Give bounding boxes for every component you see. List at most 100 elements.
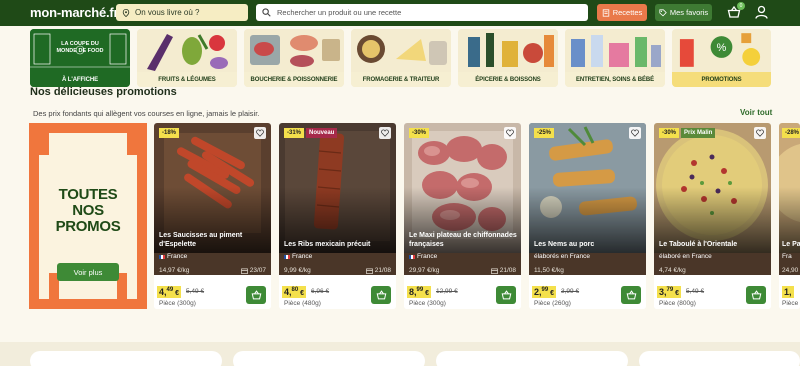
search-placeholder: Rechercher un produit ou une recette [277, 8, 402, 17]
current-price: 2,99 € [532, 286, 557, 298]
category-a-l-affiche[interactable]: LA COUPE DU MONDE DE FOOD À l'affiche [30, 29, 130, 87]
promo-headline: TOUTES NOS PROMOS [29, 187, 147, 235]
unit-size: Pièce (300g) [409, 300, 446, 307]
product-name: Les Nems au porc [534, 241, 595, 248]
calendar-icon [490, 268, 498, 274]
section-subtitle: Des prix fondants qui allègent vos cours… [33, 109, 260, 118]
info-panel [436, 351, 628, 366]
dlc-date: 21/08 [365, 267, 391, 274]
price-int: 3, [659, 287, 667, 297]
svg-text:%: % [717, 42, 727, 54]
dlc-date: 21/08 [490, 267, 516, 274]
unit-size: Pièce (300g) [159, 300, 196, 307]
add-to-cart-button[interactable] [746, 286, 766, 304]
product-name: Les Ribs mexicain précuit [284, 241, 371, 248]
add-to-cart-button[interactable] [246, 286, 266, 304]
tag-icon [659, 8, 667, 16]
all-promos-card[interactable]: TOUTES NOS PROMOS Voir plus [29, 123, 147, 309]
france-flag-icon [409, 254, 415, 259]
price-currency: € [423, 290, 430, 297]
add-to-cart-button[interactable] [371, 286, 391, 304]
old-price: 12,99 € [436, 288, 458, 295]
favorite-icon[interactable] [754, 127, 766, 139]
user-account-icon[interactable] [755, 5, 768, 19]
price-currency: € [298, 290, 305, 297]
category-label: Fromagerie & Traiteur [351, 72, 451, 87]
category-promotions[interactable]: % Promotions [672, 29, 771, 87]
add-to-cart-button[interactable] [621, 286, 641, 304]
origin-label: Fra [782, 253, 792, 260]
promo-line: PROMOS [55, 218, 121, 235]
favoris-button[interactable]: Mes favoris [655, 4, 712, 21]
address-field[interactable]: On vous livre où ? [116, 4, 248, 21]
recipe-book-icon [602, 8, 609, 17]
product-name: Les Saucisses au piment d'Espelette [159, 232, 243, 248]
category-label: Entretien, Soins & Bébé [565, 72, 665, 87]
price-currency: € [548, 290, 555, 297]
favorite-icon[interactable] [254, 127, 266, 139]
product-card[interactable]: -30% Prix Malin Le Taboulé à l'Orientale… [654, 123, 771, 309]
unit-size: Pièce (800g) [659, 300, 696, 307]
price-per-kg: 9,99 €/kg [284, 267, 311, 274]
category-fruits-legumes[interactable]: Fruits & Légumes [137, 29, 237, 87]
promo-line: TOUTES [58, 186, 118, 203]
unit-size: Pièce [782, 300, 799, 307]
date-label: 21/08 [374, 267, 391, 274]
category-fromagerie-traiteur[interactable]: Fromagerie & Traiteur [351, 29, 451, 87]
category-boucherie-poissonnerie[interactable]: Boucherie & Poissonnerie [244, 29, 344, 87]
product-name: Le Maxi plateau de chiffonnades français… [409, 232, 517, 248]
calendar-icon [365, 268, 373, 274]
origin-label: élaborés en France [534, 253, 591, 260]
unit-size: Pièce (260g) [534, 300, 571, 307]
product-card[interactable]: -30% Le Maxi plateau de chiffonnades fra… [404, 123, 521, 309]
category-label: Fruits & Légumes [137, 72, 237, 87]
site-logo[interactable]: mon-marché.fr [30, 5, 119, 20]
price-int: 4, [159, 287, 167, 297]
recettes-button[interactable]: Recettes [597, 4, 647, 21]
product-origin: élaboré en France [659, 253, 712, 260]
product-origin: élaborés en France [534, 253, 590, 260]
voir-plus-button[interactable]: Voir plus [57, 263, 119, 281]
favorite-icon[interactable] [379, 127, 391, 139]
price-per-kg: 24,90 [782, 267, 799, 274]
recettes-label: Recettes [612, 8, 643, 17]
category-label: À l'affiche [30, 72, 130, 87]
add-to-cart-button[interactable] [496, 286, 516, 304]
basket-icon [501, 290, 511, 300]
favorite-icon[interactable] [629, 127, 641, 139]
category-label: Boucherie & Poissonnerie [244, 72, 344, 87]
discount-badge: -30% [409, 128, 430, 138]
category-entretien-soins-bebe[interactable]: Entretien, Soins & Bébé [565, 29, 665, 87]
new-badge: Nouveau [306, 128, 338, 138]
france-flag-icon [159, 254, 165, 259]
basket-icon [751, 290, 761, 300]
favoris-label: Mes favoris [669, 8, 709, 17]
france-flag-icon [284, 254, 290, 259]
category-strip: LA COUPE DU MONDE DE FOOD À l'affiche Fr… [30, 29, 771, 87]
product-card[interactable]: -31% Nouveau Les Ribs mexicain précuit F… [279, 123, 396, 309]
info-panel [639, 351, 800, 366]
price-per-kg: 4,74 €/kg [659, 267, 686, 274]
date-label: 21/08 [499, 267, 516, 274]
old-price: 3,99 € [561, 288, 580, 295]
household-art [565, 29, 665, 72]
product-origin: Fra [782, 253, 792, 260]
basket-icon [251, 290, 261, 300]
current-price: 4,49 € [157, 286, 182, 298]
origin-label: France [292, 253, 313, 260]
product-origin: France [284, 253, 312, 260]
cheese-art [351, 29, 451, 72]
current-price: 8,99 € [407, 286, 432, 298]
category-label: Promotions [672, 72, 771, 87]
price-int: 4, [284, 287, 292, 297]
product-card[interactable]: -25% Les Nems au porc élaborés en France… [529, 123, 646, 309]
see-all-link[interactable]: Voir tout [740, 108, 772, 117]
favorite-icon[interactable] [504, 127, 516, 139]
discount-badge: -31% [284, 128, 305, 138]
product-name: Le Pa [782, 241, 800, 248]
promo-decor [127, 133, 137, 155]
product-card[interactable]: -18% Les Saucisses au piment d'Espelette… [154, 123, 271, 309]
search-input[interactable]: Rechercher un produit ou une recette [256, 4, 588, 21]
product-card[interactable]: -28% Le Pa Fra 24,90 1, Pièce [779, 123, 800, 309]
category-epicerie-boissons[interactable]: Épicerie & Boissons [458, 29, 558, 87]
